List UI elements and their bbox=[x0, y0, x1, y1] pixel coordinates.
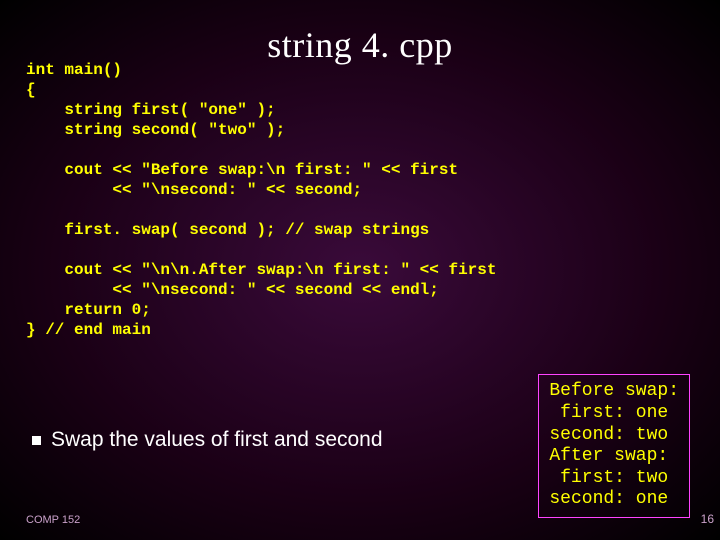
footer-course: COMP 152 bbox=[26, 514, 80, 526]
bullet-text: Swap the values of first and second bbox=[51, 428, 383, 452]
bullet-square-icon bbox=[32, 436, 41, 445]
code-block: int main() { string first( "one" ); stri… bbox=[26, 60, 694, 340]
footer-page-number: 16 bbox=[701, 512, 714, 526]
output-box: Before swap: first: one second: two Afte… bbox=[538, 374, 690, 518]
bullet-row: Swap the values of first and second bbox=[32, 428, 383, 452]
